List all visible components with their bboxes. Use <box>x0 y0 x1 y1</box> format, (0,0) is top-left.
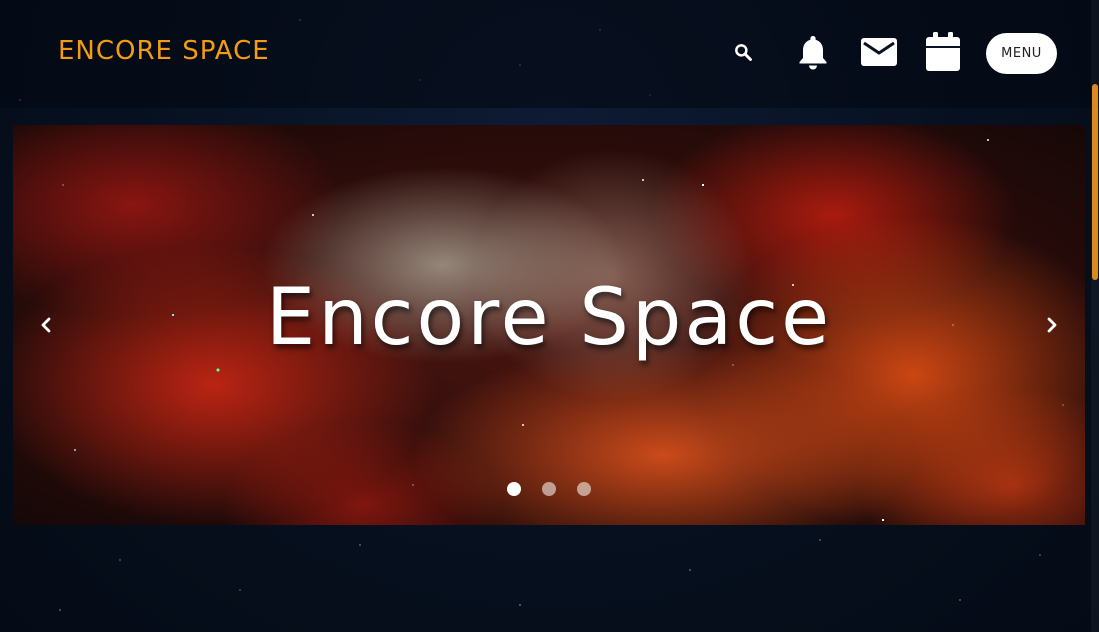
calendar-icon[interactable] <box>923 30 963 74</box>
carousel-dot-1[interactable] <box>507 482 521 496</box>
site-header: ENCORE SPACE MENU <box>0 0 1099 108</box>
scrollbar[interactable] <box>1091 0 1099 632</box>
carousel-prev-button[interactable] <box>32 311 60 339</box>
scrollbar-thumb[interactable] <box>1092 84 1098 280</box>
carousel-dot-2[interactable] <box>542 482 556 496</box>
page: ENCORE SPACE MENU Encore Space <box>0 0 1099 632</box>
brand-logo[interactable]: ENCORE SPACE <box>58 36 270 66</box>
menu-button[interactable]: MENU <box>986 33 1057 74</box>
hero-carousel: Encore Space <box>13 125 1085 525</box>
search-icon[interactable] <box>723 30 763 74</box>
bell-icon[interactable] <box>793 30 833 74</box>
mail-icon[interactable] <box>859 30 899 74</box>
hero-title: Encore Space <box>265 273 833 363</box>
carousel-next-button[interactable] <box>1038 311 1066 339</box>
chevron-right-icon <box>1047 317 1057 333</box>
carousel-indicators <box>13 482 1085 496</box>
chevron-left-icon <box>41 317 51 333</box>
carousel-dot-3[interactable] <box>577 482 591 496</box>
